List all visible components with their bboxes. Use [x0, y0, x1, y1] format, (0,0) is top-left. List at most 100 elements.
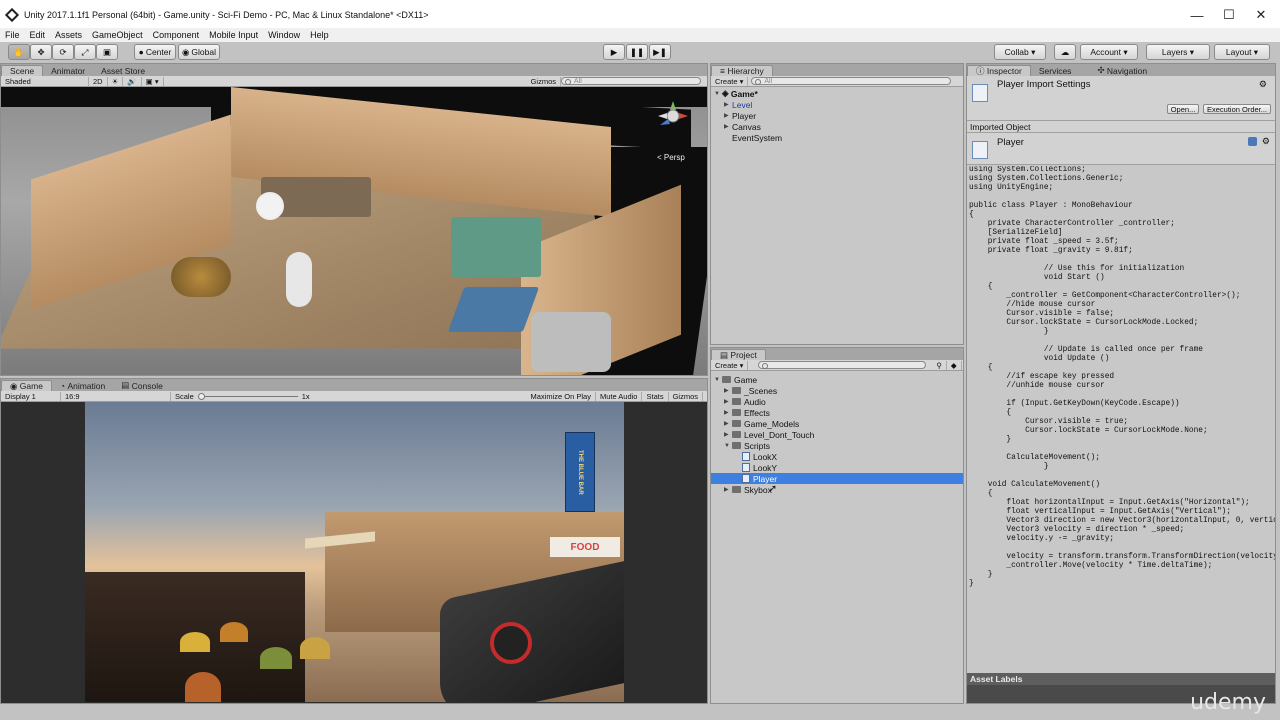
tab-game[interactable]: ◉ Game — [1, 380, 52, 391]
expand-arrow-icon[interactable]: ▶ — [724, 486, 732, 493]
display-dropdown[interactable]: Display 1 — [1, 391, 61, 401]
account-dropdown[interactable]: Account ▾ — [1080, 44, 1138, 60]
tab-hierarchy[interactable]: ≡ Hierarchy — [711, 65, 773, 76]
hierarchy-search-input[interactable]: All — [751, 77, 952, 85]
project-script-looky[interactable]: LookY — [742, 462, 777, 473]
expand-arrow-icon[interactable]: ▶ — [724, 409, 732, 416]
hierarchy-item-canvas[interactable]: ▶ Canvas — [724, 121, 761, 132]
open-button[interactable]: Open... — [1167, 104, 1199, 114]
menu-mobile-input[interactable]: Mobile Input — [204, 30, 263, 40]
execution-order-button[interactable]: Execution Order... — [1203, 104, 1271, 114]
tab-asset-store[interactable]: Asset Store — [93, 65, 153, 76]
mute-audio-toggle[interactable]: Mute Audio — [596, 391, 643, 401]
game-viewport[interactable]: THE BLUE BAR FOOD — [1, 402, 707, 703]
audio-toggle-icon[interactable]: 🔊 — [123, 76, 142, 86]
project-search-input[interactable] — [758, 361, 927, 369]
folder-label: Scripts — [744, 440, 770, 451]
project-script-player[interactable]: Player — [711, 473, 963, 484]
folder-label: Audio — [744, 396, 766, 407]
scale-slider-handle[interactable] — [197, 392, 205, 400]
expand-arrow-icon[interactable]: ▼ — [714, 377, 722, 383]
menu-component[interactable]: Component — [148, 30, 205, 40]
expand-arrow-icon[interactable]: ▶ — [724, 112, 732, 119]
menu-edit[interactable]: Edit — [25, 30, 51, 40]
project-folder-level[interactable]: ▶ Level_Dont_Touch — [724, 429, 814, 440]
tab-navigation[interactable]: ✣ Navigation — [1089, 65, 1155, 76]
project-script-lookx[interactable]: LookX — [742, 451, 777, 462]
hierarchy-create-dropdown[interactable]: Create ▾ — [711, 76, 749, 86]
maximize-on-play-toggle[interactable]: Maximize On Play — [527, 391, 596, 401]
expand-arrow-icon[interactable]: ▶ — [724, 123, 732, 130]
settings-gear-icon[interactable]: ⚙ — [1259, 79, 1267, 90]
menu-file[interactable]: File — [0, 30, 25, 40]
step-button[interactable]: ▶❚ — [649, 44, 671, 60]
expand-arrow-icon[interactable]: ▶ — [724, 101, 732, 108]
scene-search-input[interactable]: All — [561, 77, 701, 85]
game-gizmos-dropdown[interactable]: Gizmos — [669, 391, 703, 401]
scene-viewport[interactable]: < Persp — [1, 87, 707, 375]
scale-tool-icon[interactable]: ⤢ — [74, 44, 96, 60]
layout-dropdown[interactable]: Layout ▾ — [1214, 44, 1270, 60]
expand-arrow-icon[interactable]: ▶ — [724, 398, 732, 405]
play-button[interactable]: ▶ — [603, 44, 625, 60]
filter-type-icon[interactable]: ⚲ — [932, 360, 947, 370]
cloud-icon[interactable]: ☁ — [1054, 44, 1076, 60]
lighting-toggle-icon[interactable]: ☀ — [108, 76, 124, 86]
rotate-tool-icon[interactable]: ⟳ — [52, 44, 74, 60]
layers-dropdown[interactable]: Layers ▾ — [1146, 44, 1210, 60]
menu-window[interactable]: Window — [263, 30, 305, 40]
minimize-button[interactable]: — — [1181, 0, 1213, 30]
tab-animator[interactable]: Animator — [43, 65, 93, 76]
tab-project[interactable]: ▤ Project — [711, 349, 766, 360]
pause-button[interactable]: ❚❚ — [626, 44, 648, 60]
menu-help[interactable]: Help — [305, 30, 334, 40]
project-folder-game-models[interactable]: ▶ Game_Models — [724, 418, 799, 429]
gizmos-dropdown[interactable]: Gizmos — [527, 76, 561, 86]
menu-gameobject[interactable]: GameObject — [87, 30, 148, 40]
csharp-script-icon — [742, 474, 750, 483]
close-button[interactable]: ✕ — [1245, 0, 1277, 30]
folder-label: Level_Dont_Touch — [744, 429, 815, 440]
tab-console[interactable]: ▤ Console — [113, 380, 171, 391]
project-create-dropdown[interactable]: Create ▾ — [711, 360, 749, 370]
maximize-button[interactable]: ☐ — [1213, 0, 1245, 30]
expand-arrow-icon[interactable]: ▶ — [724, 387, 732, 394]
tab-services[interactable]: Services — [1031, 65, 1080, 76]
hierarchy-item-player[interactable]: ▶ Player — [724, 110, 756, 121]
scene-orientation-gizmo[interactable] — [656, 99, 690, 133]
2d-toggle[interactable]: 2D — [89, 76, 108, 86]
filter-label-icon[interactable]: ◆ — [947, 360, 962, 370]
tab-inspector[interactable]: ⓘ Inspector — [967, 65, 1031, 76]
pivot-center-toggle[interactable]: ● Center — [134, 44, 176, 60]
object-help-icon[interactable] — [1248, 137, 1257, 146]
project-folder-scripts[interactable]: ▼ Scripts — [724, 440, 770, 451]
script-file-icon — [972, 84, 988, 102]
project-folder-scenes[interactable]: ▶ _Scenes — [724, 385, 777, 396]
tab-scene[interactable]: Scene — [1, 65, 44, 76]
code-line: // Update is called once per frame — [969, 346, 1203, 354]
move-tool-icon[interactable]: ✥ — [30, 44, 52, 60]
project-folder-audio[interactable]: ▶ Audio — [724, 396, 766, 407]
expand-arrow-icon[interactable]: ▼ — [724, 443, 732, 449]
rect-tool-icon[interactable]: ▣ — [96, 44, 118, 60]
hierarchy-item-eventsystem[interactable]: EventSystem — [732, 132, 782, 143]
expand-arrow-icon[interactable]: ▶ — [724, 431, 732, 438]
aspect-dropdown[interactable]: 16:9 — [61, 391, 171, 401]
space-global-toggle[interactable]: ◉ Global — [178, 44, 220, 60]
expand-arrow-icon[interactable]: ▼ — [714, 91, 722, 97]
project-folder-skybox[interactable]: ▶ Skybox — [724, 484, 772, 495]
menu-assets[interactable]: Assets — [50, 30, 87, 40]
object-gear-icon[interactable]: ⚙ — [1262, 136, 1270, 147]
project-root-row[interactable]: ▼ Game — [714, 374, 757, 385]
tab-animation[interactable]: ◔ Animation — [52, 380, 113, 391]
hierarchy-item-level[interactable]: ▶ Level — [724, 99, 752, 110]
shading-dropdown[interactable]: Shaded — [1, 76, 89, 86]
hand-tool-icon[interactable]: ✋ — [8, 44, 30, 60]
expand-arrow-icon[interactable]: ▶ — [724, 420, 732, 427]
project-folder-effects[interactable]: ▶ Effects — [724, 407, 770, 418]
stats-toggle[interactable]: Stats — [642, 391, 669, 401]
collab-dropdown[interactable]: Collab ▾ — [994, 44, 1046, 60]
effects-toggle-icon[interactable]: ▣ ▾ — [142, 76, 164, 86]
scale-slider[interactable] — [197, 392, 298, 401]
scene-root-row[interactable]: ▼ ◈ Game* — [714, 88, 758, 99]
